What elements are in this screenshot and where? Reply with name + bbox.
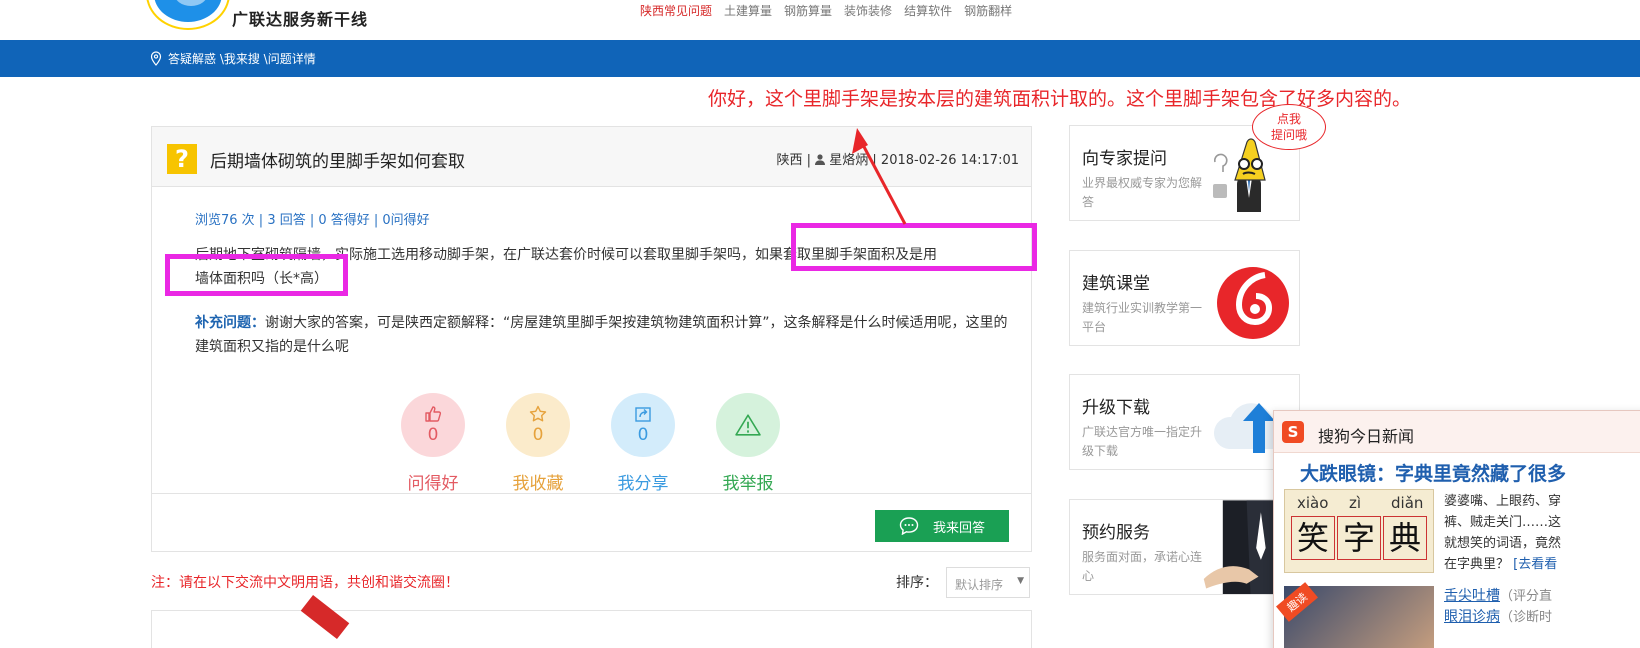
- news-headline[interactable]: 大跌眼镜：字典里竟然藏了很多: [1300, 459, 1566, 486]
- answer-button-label: 我来回答: [932, 520, 985, 536]
- sogou-logo-icon: S: [1282, 421, 1304, 443]
- sort-label: 排序：: [896, 575, 938, 591]
- news-list: 舌尖吐槽（评分直 眼泪诊病（诊断时: [1444, 586, 1552, 628]
- answer-card: [151, 594, 1032, 648]
- pinyin-1: xiào: [1297, 494, 1329, 512]
- dict-char-2: 字: [1337, 516, 1381, 560]
- news-list-item[interactable]: 舌尖吐槽（评分直: [1444, 586, 1552, 607]
- news-list-item[interactable]: 眼泪诊病（诊断时: [1444, 607, 1552, 628]
- supplement-label: 补充问题：: [195, 315, 265, 331]
- question-card: ? 后期墙体砌筑的里脚手架如何套取 陕西 | 星烙炳 | 2018-02-26 …: [151, 126, 1032, 552]
- news-meta: （评分直: [1500, 589, 1553, 604]
- warning-icon: [735, 414, 761, 436]
- news-summary-line: 就想笑的词语，竟然: [1444, 536, 1562, 551]
- sidebar-card-desc: 广联达官方唯一指定升级下载: [1082, 425, 1203, 458]
- question-header: ? 后期墙体砌筑的里脚手架如何套取 陕西 | 星烙炳 | 2018-02-26 …: [152, 127, 1031, 187]
- sidebar-card-course[interactable]: 建筑课堂 建筑行业实训教学第一平台: [1069, 250, 1300, 346]
- highlight-box-question-part2: [165, 254, 348, 296]
- supplement-text: 谢谢大家的答案，可是陕西定额解释：“房屋建筑里脚手架按建筑物建筑面积计算”，这条…: [195, 315, 1008, 355]
- sidebar-card-title: 预约服务: [1082, 523, 1150, 543]
- news-summary-line: 裤、贼走关门……这: [1444, 515, 1562, 530]
- breadcrumb-bar: 答疑解惑 \我来搜 \问题详情: [0, 40, 1640, 77]
- news-link[interactable]: 舌尖吐槽: [1444, 588, 1500, 604]
- question-footer: 我来回答: [152, 493, 1031, 551]
- sort-select[interactable]: 默认排序 ▼: [946, 567, 1030, 598]
- bubble-line-1: 点我: [1276, 112, 1301, 126]
- question-author[interactable]: 星烙炳: [829, 153, 868, 168]
- favorite-button[interactable]: 0 我收藏: [506, 393, 570, 494]
- question-actions: 0 问得好 0 我收藏 0 我分享 我举报: [401, 393, 780, 494]
- favorite-label: 我收藏: [512, 474, 564, 494]
- sidebar-card-desc: 业界最权威专家为您解答: [1082, 176, 1203, 209]
- favorite-count: 0: [532, 425, 544, 445]
- question-stats: 浏览76 次 | 3 回答 | 0 答得好 | 0问得好: [195, 213, 430, 228]
- dropdown-arrow-icon: ▼: [1017, 576, 1024, 586]
- breadcrumb-text[interactable]: 答疑解惑 \我来搜 \问题详情: [168, 50, 316, 67]
- share-count: 0: [637, 425, 649, 445]
- answer-button[interactable]: 我来回答: [875, 510, 1009, 542]
- nav-item-rebar[interactable]: 钢筋算量: [784, 2, 832, 19]
- sort-select-value: 默认排序: [955, 578, 1004, 592]
- sidebar-card-appointment[interactable]: 预约服务 服务面对面，承诺心连心: [1069, 499, 1300, 595]
- read-more-link[interactable]: [去看看: [1513, 557, 1557, 572]
- dictionary-image[interactable]: xiào zì diǎn 笑 字 典: [1284, 489, 1434, 573]
- thumbs-up-icon: [425, 406, 442, 422]
- share-icon: [635, 407, 651, 422]
- good-question-button[interactable]: 0 问得好: [401, 393, 465, 494]
- thumbnail-tag: 趣读: [1276, 582, 1318, 622]
- share-button[interactable]: 0 我分享: [611, 393, 675, 494]
- good-question-label: 问得好: [407, 474, 459, 494]
- bubble-line-2: 提问哦: [1270, 128, 1307, 142]
- sidebar-card-title: 升级下载: [1082, 398, 1150, 418]
- supplement-question: 补充问题：谢谢大家的答案，可是陕西定额解释：“房屋建筑里脚手架按建筑物建筑面积计…: [195, 311, 1015, 359]
- report-label: 我举报: [722, 474, 774, 494]
- top-nav: 陕西常见问题 土建算量 钢筋算量 装饰装修 结算软件 钢筋翻样: [640, 2, 1012, 19]
- news-link[interactable]: 眼泪诊病: [1444, 609, 1500, 625]
- news-popup-header: S 搜狗今日新闻: [1274, 411, 1640, 453]
- pinyin-2: zì: [1349, 494, 1362, 512]
- dict-char-3: 典: [1383, 516, 1427, 560]
- highlight-box-question-part1: [791, 223, 1037, 271]
- logo-slogan: 广联达服务新干线: [232, 10, 369, 29]
- news-summary-line: 在字典里？: [1444, 557, 1510, 572]
- good-question-count: 0: [427, 425, 439, 445]
- sidebar-card-title: 向专家提问: [1082, 149, 1167, 169]
- question-meta: 陕西 | 星烙炳 | 2018-02-26 14:17:01: [776, 153, 1019, 168]
- sidebar-card-title: 建筑课堂: [1082, 274, 1150, 294]
- news-popup[interactable]: S 搜狗今日新闻 大跌眼镜：字典里竟然藏了很多 xiào zì diǎn 笑 字…: [1273, 410, 1640, 648]
- question-datetime: 2018-02-26 14:17:01: [880, 153, 1019, 168]
- site-logo[interactable]: [148, 0, 228, 28]
- location-pin-icon: [150, 51, 162, 66]
- nav-item-shaanxi-faq[interactable]: 陕西常见问题: [640, 2, 712, 19]
- star-icon: [529, 405, 547, 422]
- news-summary-line: 婆婆嘴、上眼药、穿: [1444, 494, 1562, 509]
- nav-item-settlement[interactable]: 结算软件: [904, 2, 952, 19]
- course-logo-icon: [1217, 267, 1289, 339]
- ask-me-bubble[interactable]: 点我 提问哦: [1252, 104, 1326, 150]
- user-icon: [815, 154, 826, 165]
- top-header: 广联达服务新干线 陕西常见问题 土建算量 钢筋算量 装饰装修 结算软件 钢筋翻样: [0, 0, 1640, 40]
- sidebar-card-download[interactable]: 升级下载 广联达官方唯一指定升级下载: [1069, 374, 1300, 470]
- report-button[interactable]: 我举报: [716, 393, 780, 494]
- ribbon-badge: [300, 594, 350, 640]
- news-summary: 婆婆嘴、上眼药、穿 裤、贼走关门……这 就想笑的词语，竟然 在字典里？ [去看看: [1444, 491, 1561, 575]
- question-mark-icon: ?: [167, 144, 197, 174]
- sidebar-card-desc: 建筑行业实训教学第一平台: [1082, 301, 1203, 334]
- community-notice: 注：请在以下交流中文明用语，共创和谐交流圈！: [151, 575, 459, 591]
- news-thumbnail[interactable]: 趣读: [1276, 582, 1434, 648]
- news-meta: （诊断时: [1500, 610, 1553, 625]
- nav-item-civil[interactable]: 土建算量: [724, 2, 772, 19]
- chat-bubble-icon: [899, 517, 919, 535]
- question-region: 陕西: [776, 153, 803, 168]
- dict-char-1: 笑: [1291, 516, 1335, 560]
- question-title: 后期墙体砌筑的里脚手架如何套取: [210, 152, 465, 172]
- nav-item-rebar-detailing[interactable]: 钢筋翻样: [964, 2, 1012, 19]
- sidebar-card-desc: 服务面对面，承诺心连心: [1082, 550, 1203, 583]
- share-label: 我分享: [617, 474, 669, 494]
- nav-item-decoration[interactable]: 装饰装修: [844, 2, 892, 19]
- news-popup-title: 搜狗今日新闻: [1318, 427, 1415, 446]
- pinyin-3: diǎn: [1391, 494, 1424, 512]
- breadcrumb: 答疑解惑 \我来搜 \问题详情: [150, 50, 316, 67]
